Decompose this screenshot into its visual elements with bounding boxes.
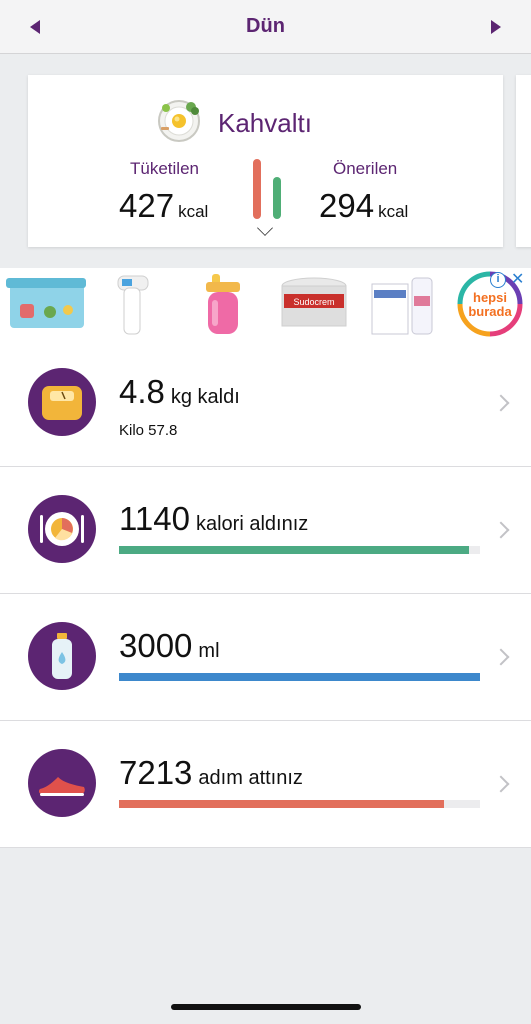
calories-taken: 1140 kalori aldınız: [119, 500, 308, 538]
chevron-right-icon: [492, 394, 510, 412]
consumed-label: Tüketilen: [130, 159, 199, 178]
calories-label: kalori aldınız: [195, 513, 309, 535]
plate-icon: [28, 495, 96, 563]
summary-list: 4.8 kg kaldı Kilo 57.8 1140 kalori aldınız: [0, 340, 531, 848]
recommended-number: 294: [319, 187, 375, 224]
next-meal-card-peek[interactable]: [516, 75, 531, 247]
water-amount: 3000 ml: [119, 627, 220, 665]
top-bar: Dün: [0, 0, 531, 54]
meal-name: Kahvaltı: [218, 108, 312, 138]
thermometer-product-image[interactable]: [92, 270, 176, 338]
steps-value: 7213: [119, 754, 193, 791]
steps-label: adım attınız: [198, 767, 303, 789]
water-progress-bar: [119, 673, 480, 681]
recommended-bar: [273, 177, 281, 219]
steps-progress-bar: [119, 800, 480, 808]
steps-count: 7213 adım attınız: [119, 754, 303, 792]
chevron-right-icon: [492, 648, 510, 666]
brand-text-line1: hepsi: [473, 290, 507, 305]
cream-jar-product-image[interactable]: Sudocrem: [272, 270, 356, 338]
scale-icon: [28, 368, 96, 436]
water-bottle-icon: [28, 622, 96, 690]
consumed-bar: [253, 159, 261, 219]
shoe-icon: [28, 749, 96, 817]
water-unit: ml: [198, 640, 220, 662]
calories-value: 1140: [119, 500, 190, 537]
steps-progress-fill: [119, 800, 444, 808]
current-weight: Kilo 57.8: [119, 422, 178, 439]
ad-info-icon[interactable]: i: [490, 272, 506, 288]
next-day-arrow-icon[interactable]: [491, 20, 501, 34]
chevron-right-icon: [492, 775, 510, 793]
ad-banner[interactable]: Sudocrem hepsi burada i ✕: [0, 268, 531, 340]
expand-chevron-icon[interactable]: [257, 220, 273, 236]
steps-row[interactable]: 7213 adım attınız: [0, 721, 531, 848]
calories-row[interactable]: 1140 kalori aldınız: [0, 467, 531, 594]
weight-remaining-value: 4.8: [119, 373, 165, 410]
consumed-value: 427 kcal: [119, 187, 208, 225]
sippy-cup-product-image[interactable]: [182, 270, 266, 338]
chevron-right-icon: [492, 521, 510, 539]
water-progress-fill: [119, 673, 480, 681]
baby-care-product-image[interactable]: [362, 270, 446, 338]
home-indicator[interactable]: [171, 1004, 361, 1010]
recommended-value: 294 kcal: [319, 187, 408, 225]
storage-box-product-image[interactable]: [4, 270, 88, 338]
weight-row[interactable]: 4.8 kg kaldı Kilo 57.8: [0, 340, 531, 467]
calories-progress-bar: [119, 546, 480, 554]
day-title: Dün: [246, 15, 285, 37]
recommended-label: Önerilen: [333, 159, 398, 178]
ad-close-icon[interactable]: ✕: [511, 269, 524, 289]
water-row[interactable]: 3000 ml: [0, 594, 531, 721]
consumed-number: 427: [119, 187, 175, 224]
meal-card[interactable]: Kahvaltı Tüketilen 427 kcal Önerilen 294 k…: [28, 75, 503, 247]
cream-jar-label: Sudocrem: [293, 297, 334, 307]
recommended-unit: kcal: [378, 202, 409, 221]
brand-text-line2: burada: [468, 304, 512, 319]
consumed-unit: kcal: [178, 202, 209, 221]
weight-remaining-label: kg kaldı: [170, 386, 240, 408]
weight-remaining: 4.8 kg kaldı: [119, 373, 240, 411]
breakfast-icon: [158, 100, 200, 142]
water-value: 3000: [119, 627, 193, 664]
calories-progress-fill: [119, 546, 470, 554]
